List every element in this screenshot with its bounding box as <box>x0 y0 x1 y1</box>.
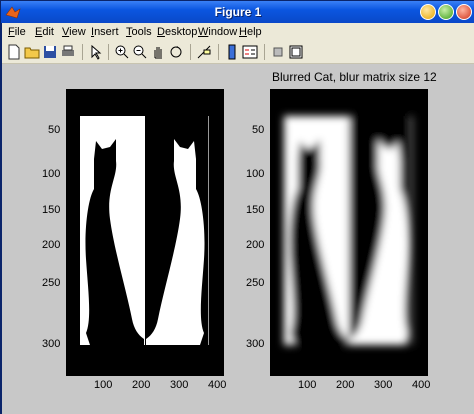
ytick-label: 200 <box>42 239 61 251</box>
xtick-label: 300 <box>170 379 189 391</box>
hide-plot-tools-icon[interactable] <box>270 44 286 60</box>
xtick-label: 100 <box>94 379 113 391</box>
menu-bar: File Edit View Insert Tools Desktop Wind… <box>2 23 474 41</box>
menu-edit[interactable]: Edit <box>35 26 54 38</box>
ytick-label: 150 <box>42 204 61 216</box>
blurred-cat-image[interactable] <box>270 89 428 376</box>
figure-toolbar <box>2 41 474 64</box>
legend-icon[interactable] <box>242 44 258 60</box>
blurred-image-content <box>270 89 428 376</box>
right-axes-title: Blurred Cat, blur matrix size 12 <box>272 70 437 84</box>
menu-desktop[interactable]: Desktop <box>157 26 197 38</box>
xtick-label: 200 <box>132 379 151 391</box>
menu-insert[interactable]: Insert <box>91 26 119 38</box>
ytick-label: 300 <box>42 338 61 350</box>
xtick-label: 100 <box>298 379 317 391</box>
edit-plot-icon[interactable] <box>88 44 104 60</box>
menu-file[interactable]: File <box>8 26 26 38</box>
ytick-label: 250 <box>246 277 265 289</box>
rotate-3d-icon[interactable] <box>168 44 184 60</box>
ytick-label: 100 <box>246 168 265 180</box>
ytick-label: 250 <box>42 277 61 289</box>
toolbar-separator <box>82 44 83 60</box>
close-button[interactable] <box>456 4 472 20</box>
figure-canvas: 50 100 150 200 250 300 100 200 300 400 B… <box>2 64 474 414</box>
ytick-label: 200 <box>246 239 265 251</box>
menu-view[interactable]: View <box>62 26 86 38</box>
xtick-label: 400 <box>412 379 431 391</box>
print-icon[interactable] <box>60 44 76 60</box>
original-image-content <box>66 89 224 376</box>
new-figure-icon[interactable] <box>6 44 22 60</box>
ytick-label: 150 <box>246 204 265 216</box>
title-bar[interactable]: Figure 1 <box>1 1 474 23</box>
toolbar-separator <box>218 44 219 60</box>
ytick-label: 100 <box>42 168 61 180</box>
minimize-button[interactable] <box>420 4 436 20</box>
xtick-label: 300 <box>374 379 393 391</box>
save-icon[interactable] <box>42 44 58 60</box>
menu-help[interactable]: Help <box>239 26 262 38</box>
open-file-icon[interactable] <box>24 44 40 60</box>
maximize-button[interactable] <box>438 4 454 20</box>
toolbar-separator <box>190 44 191 60</box>
toolbar-separator <box>264 44 265 60</box>
ytick-label: 50 <box>48 124 61 136</box>
ytick-label: 50 <box>252 124 265 136</box>
zoom-in-icon[interactable] <box>114 44 130 60</box>
figure-window: Figure 1 File Edit View Insert Tools Des… <box>0 0 474 414</box>
zoom-out-icon[interactable] <box>132 44 148 60</box>
window-title: Figure 1 <box>214 5 262 19</box>
menu-tools[interactable]: Tools <box>126 26 152 38</box>
xtick-label: 400 <box>208 379 227 391</box>
toolbar-separator <box>108 44 109 60</box>
xtick-label: 200 <box>336 379 355 391</box>
show-plot-tools-icon[interactable] <box>288 44 304 60</box>
menu-window[interactable]: Window <box>198 26 237 38</box>
original-cat-image[interactable] <box>66 89 224 376</box>
pan-icon[interactable] <box>150 44 166 60</box>
colorbar-icon[interactable] <box>224 44 240 60</box>
data-cursor-icon[interactable] <box>196 44 212 60</box>
ytick-label: 300 <box>246 338 265 350</box>
